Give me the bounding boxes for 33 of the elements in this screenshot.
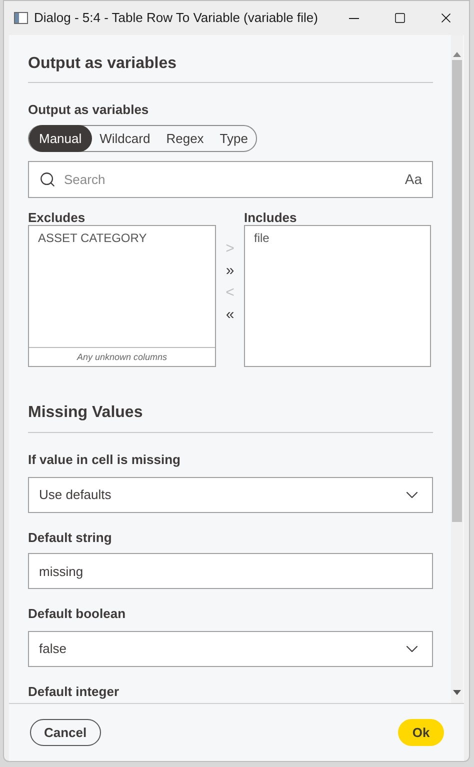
field-label: Default boolean — [28, 605, 127, 623]
section-heading: Missing Values — [28, 403, 144, 423]
field-label: Default string — [28, 529, 113, 547]
list-item[interactable]: ASSET CATEGORY — [38, 229, 206, 247]
mode-tab[interactable]: Regex — [158, 125, 212, 152]
transfer-button[interactable]: » — [226, 262, 234, 279]
scroll-down-icon — [453, 690, 461, 695]
mode-tab[interactable]: Type — [212, 125, 256, 152]
scrollbar[interactable] — [451, 35, 463, 703]
transfer-button[interactable]: « — [226, 306, 234, 323]
unknown-columns-note: Any unknown columns — [29, 347, 215, 366]
field-label: Output as variables — [28, 101, 150, 119]
list-item[interactable]: file — [254, 229, 421, 247]
field-label: If value in cell is missing — [28, 451, 182, 469]
list-label: Excludes — [28, 209, 86, 225]
window-title: Dialog - 5:4 - Table Row To Variable (variable file) — [34, 9, 318, 28]
mode-tab[interactable]: Wildcard — [92, 125, 158, 152]
dropdown[interactable]: false — [28, 631, 433, 667]
list-label: Includes — [244, 209, 298, 225]
ok-button[interactable]: Ok — [398, 719, 444, 746]
window-icon — [14, 12, 28, 24]
mode-tab[interactable]: Manual — [29, 125, 92, 152]
case-sensitivity-toggle[interactable]: Aa — [404, 169, 422, 190]
cancel-button[interactable]: Cancel — [30, 719, 101, 746]
dropdown[interactable]: Use defaults — [28, 477, 433, 513]
search-field[interactable]: Search Aa — [28, 161, 433, 198]
field-label: Default integer — [28, 683, 120, 701]
maximize-icon — [394, 12, 406, 24]
input-field[interactable]: missing — [28, 553, 433, 589]
scrollbar-thumb[interactable] — [452, 60, 462, 522]
search-icon — [39, 171, 56, 188]
section-heading: Output as variables — [28, 54, 178, 74]
scroll-up-icon — [453, 52, 461, 57]
